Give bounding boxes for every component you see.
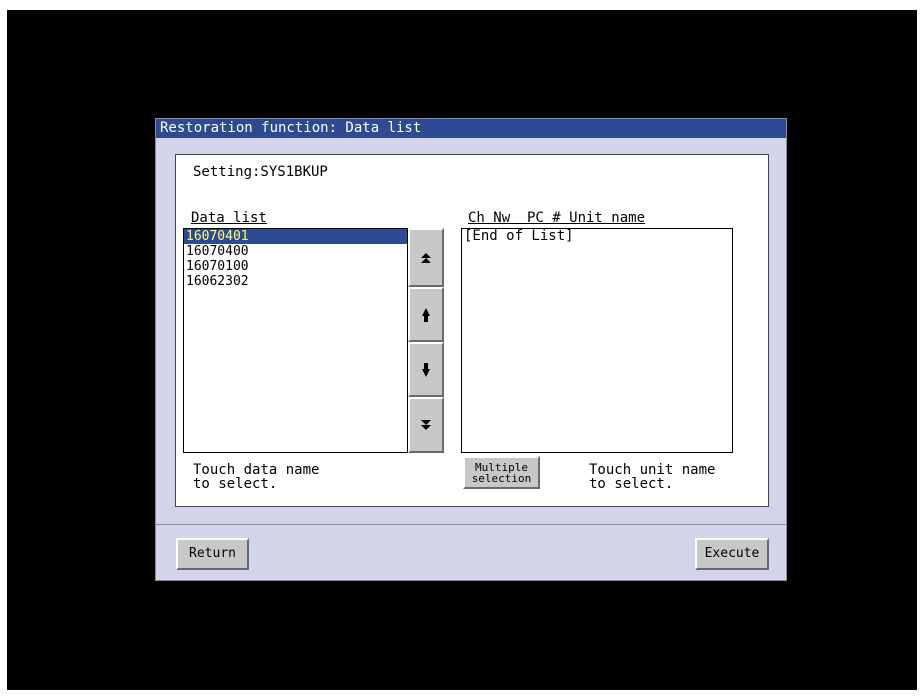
restoration-dialog: Restoration function: Data list Setting:… <box>155 118 787 581</box>
page-down-button[interactable] <box>408 397 444 453</box>
unit-hint-text: Touch unit name to select. <box>589 462 716 492</box>
execute-button[interactable]: Execute <box>695 538 769 570</box>
unit-list-item[interactable]: [End of List] <box>462 229 732 244</box>
content-panel: Setting:SYS1BKUP Data list Ch Nw PC # Un… <box>175 154 769 507</box>
unit-list-header: Ch Nw PC # Unit name <box>468 210 646 226</box>
return-button[interactable]: Return <box>176 538 249 570</box>
multiple-selection-button[interactable]: Multiple selection <box>463 456 540 489</box>
data-list-scroll-controls <box>408 228 444 453</box>
data-list-header: Data list <box>191 210 267 226</box>
data-list-item[interactable]: 16062302 <box>184 274 407 289</box>
scroll-up-button[interactable] <box>408 287 444 342</box>
data-hint-text: Touch data name to select. <box>193 462 320 492</box>
setting-label: Setting:SYS1BKUP <box>193 164 328 180</box>
page-up-button[interactable] <box>408 228 444 287</box>
window-title: Restoration function: Data list <box>156 119 786 138</box>
footer-divider <box>156 524 786 525</box>
double-down-arrow-icon <box>421 420 431 430</box>
data-list-item[interactable]: 16070100 <box>184 259 407 274</box>
unit-list[interactable]: [End of List] <box>461 228 733 453</box>
down-arrow-icon <box>422 362 430 377</box>
data-list-item[interactable]: 16070400 <box>184 244 407 259</box>
scroll-down-button[interactable] <box>408 342 444 397</box>
double-up-arrow-icon <box>421 252 431 263</box>
data-list[interactable]: 16070401 16070400 16070100 16062302 <box>183 228 408 453</box>
up-arrow-icon <box>422 307 430 322</box>
data-list-item[interactable]: 16070401 <box>184 229 407 244</box>
